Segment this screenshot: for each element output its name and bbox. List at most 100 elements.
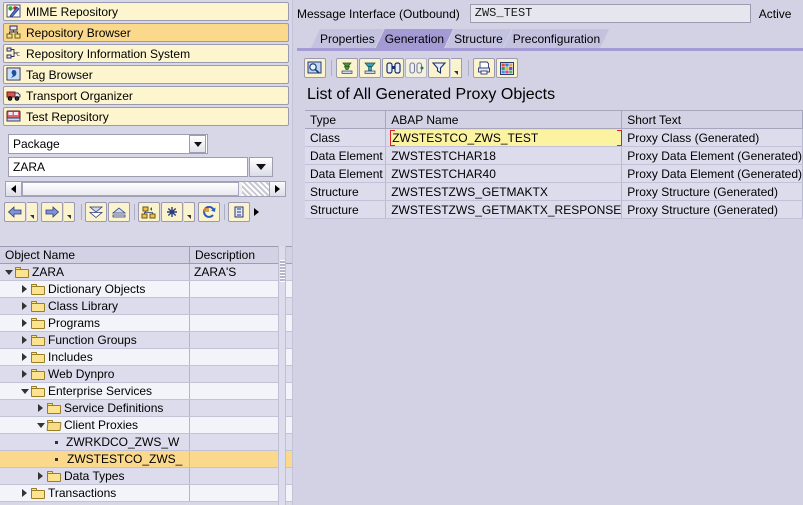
forward-button[interactable]	[41, 202, 63, 222]
table-row[interactable]: Data Element ZWSTESTCHAR40 Proxy Data Elem…	[305, 164, 803, 183]
object-name-dropdown-icon[interactable]	[249, 157, 273, 177]
tree-row[interactable]: Includes	[0, 349, 292, 366]
tree-cell-object-name[interactable]: Class Library	[0, 298, 190, 314]
cell-short-text[interactable]: Proxy Data Element (Generated)	[621, 164, 803, 183]
cell-short-text[interactable]: Proxy Data Element (Generated)	[621, 146, 803, 165]
nav-button-mime-repository[interactable]: MIME Repository	[3, 2, 289, 21]
tree-row[interactable]: Function Groups	[0, 332, 292, 349]
table-row[interactable]: Structure ZWSTESTZWS_GETMAKTX Proxy Struct…	[305, 182, 803, 201]
cell-abap-name[interactable]: ZWSTESTCHAR40	[385, 164, 623, 183]
navigator-horizontal-scrollbar[interactable]	[5, 181, 286, 197]
tree-row[interactable]: Service Definitions	[0, 400, 292, 417]
cell-short-text[interactable]: Proxy Structure (Generated)	[621, 200, 803, 219]
chevron-right-icon[interactable]	[18, 319, 31, 327]
sort-descending-button[interactable]	[359, 58, 381, 78]
tree-vertical-splitter[interactable]	[278, 246, 286, 505]
tree-cell-object-name[interactable]: Programs	[0, 315, 190, 331]
expand-node-button[interactable]	[108, 202, 130, 222]
tree-cell-object-name[interactable]: Service Definitions	[0, 400, 190, 416]
chevron-right-icon[interactable]	[18, 370, 31, 378]
layout-button[interactable]	[496, 58, 518, 78]
chevron-right-icon[interactable]	[18, 285, 31, 293]
scroll-right-icon[interactable]	[269, 182, 285, 196]
tree-cell-object-name[interactable]: Enterprise Services	[0, 383, 190, 399]
splitter-grip[interactable]	[280, 260, 285, 282]
cell-type[interactable]: Structure	[305, 200, 387, 219]
nav-button-test-repository[interactable]: Test Repository	[3, 107, 289, 126]
cell-type[interactable]: Data Element	[305, 146, 387, 165]
object-tree[interactable]: Object Name Description ZARA ZARA'S Dictio…	[0, 246, 292, 505]
tree-row[interactable]: Dictionary Objects	[0, 281, 292, 298]
collapse-node-button[interactable]	[85, 202, 107, 222]
object-list-button[interactable]	[138, 202, 160, 222]
refresh-button[interactable]	[198, 202, 220, 222]
tree-cell-object-name[interactable]: Web Dynpro	[0, 366, 190, 382]
chevron-down-icon[interactable]	[189, 135, 206, 153]
find-button[interactable]	[382, 58, 404, 78]
cell-abap-name[interactable]: ZWSTESTZWS_GETMAKTX_RESPONSE	[385, 200, 623, 219]
cell-abap-name[interactable]: ZWSTESTZWS_GETMAKTX	[385, 182, 623, 201]
cell-short-text[interactable]: Proxy Class (Generated)	[621, 128, 803, 147]
tree-row[interactable]: ZARA ZARA'S	[0, 264, 292, 281]
tree-row[interactable]: Transactions	[0, 485, 292, 502]
scroll-left-icon[interactable]	[6, 182, 22, 196]
find-next-button[interactable]	[405, 58, 427, 78]
tree-row[interactable]: ZWSTESTCO_ZWS_	[0, 451, 292, 468]
table-row[interactable]: Data Element ZWSTESTCHAR18 Proxy Data Elem…	[305, 146, 803, 165]
table-row[interactable]: Structure ZWSTESTZWS_GETMAKTX_RESPONSE Pro…	[305, 200, 803, 219]
tree-row[interactable]: Client Proxies	[0, 417, 292, 434]
other-objects-button[interactable]	[228, 202, 250, 222]
cell-abap-name[interactable]: ZWSTESTCHAR18	[385, 146, 623, 165]
scrollbar-grip[interactable]	[241, 182, 269, 196]
tree-row[interactable]: ZWRKDCO_ZWS_W	[0, 434, 292, 451]
tree-cell-object-name[interactable]: Transactions	[0, 485, 190, 501]
table-row[interactable]: Class ZWSTESTCO_ZWS_TEST Proxy Class (Gene…	[305, 128, 803, 147]
print-button[interactable]	[473, 58, 495, 78]
filter-button[interactable]	[428, 58, 450, 78]
nav-button-repository-browser[interactable]: Repository Browser	[3, 23, 289, 42]
nav-button-repository-information-system[interactable]: c Repository Information System	[3, 44, 289, 63]
chevron-down-icon[interactable]	[34, 422, 47, 428]
tab-generation[interactable]: Generation	[376, 29, 453, 48]
chevron-down-icon[interactable]	[18, 388, 31, 394]
column-header-short-text[interactable]: Short Text	[621, 110, 803, 129]
object-type-select[interactable]: Package	[8, 134, 208, 154]
scrollbar-track[interactable]	[22, 182, 269, 196]
cell-abap-name[interactable]: ZWSTESTCO_ZWS_TEST	[385, 128, 623, 147]
sort-ascending-button[interactable]	[336, 58, 358, 78]
display-details-button[interactable]	[304, 58, 326, 78]
cell-type[interactable]: Data Element	[305, 164, 387, 183]
tree-row[interactable]: Web Dynpro	[0, 366, 292, 383]
chevron-down-icon[interactable]	[2, 269, 15, 275]
tree-cell-object-name[interactable]: Includes	[0, 349, 190, 365]
back-button[interactable]	[4, 202, 26, 222]
column-header-abap-name[interactable]: ABAP Name	[385, 110, 623, 129]
cell-short-text[interactable]: Proxy Structure (Generated)	[621, 182, 803, 201]
filter-dropdown-icon[interactable]	[451, 58, 462, 78]
chevron-right-icon[interactable]	[18, 489, 31, 497]
back-history-dropdown-icon[interactable]	[27, 202, 38, 222]
tree-cell-object-name[interactable]: ZWRKDCO_ZWS_W	[0, 434, 190, 450]
tree-cell-object-name[interactable]: ZWSTESTCO_ZWS_	[0, 451, 190, 467]
tree-row[interactable]: Data Types	[0, 468, 292, 485]
column-header-type[interactable]: Type	[305, 110, 387, 129]
chevron-right-icon[interactable]	[34, 404, 47, 412]
forward-history-dropdown-icon[interactable]	[64, 202, 75, 222]
tree-cell-object-name[interactable]: Dictionary Objects	[0, 281, 190, 297]
tree-cell-object-name[interactable]: Data Types	[0, 468, 190, 484]
expand-all-dropdown-icon[interactable]	[184, 202, 195, 222]
tree-cell-object-name[interactable]: Client Proxies	[0, 417, 190, 433]
tab-structure[interactable]: Structure	[445, 29, 512, 48]
tab-preconfiguration[interactable]: Preconfiguration	[504, 29, 609, 48]
tab-properties[interactable]: Properties	[311, 29, 384, 48]
tree-cell-object-name[interactable]: Function Groups	[0, 332, 190, 348]
tree-row[interactable]: Enterprise Services	[0, 383, 292, 400]
tree-row[interactable]: Class Library	[0, 298, 292, 315]
chevron-right-icon[interactable]	[18, 302, 31, 310]
expand-all-button[interactable]	[161, 202, 183, 222]
chevron-right-icon[interactable]	[18, 336, 31, 344]
toolbar-overflow-icon[interactable]	[251, 208, 261, 216]
chevron-right-icon[interactable]	[18, 353, 31, 361]
nav-button-transport-organizer[interactable]: Transport Organizer	[3, 86, 289, 105]
cell-type[interactable]: Class	[305, 128, 387, 147]
